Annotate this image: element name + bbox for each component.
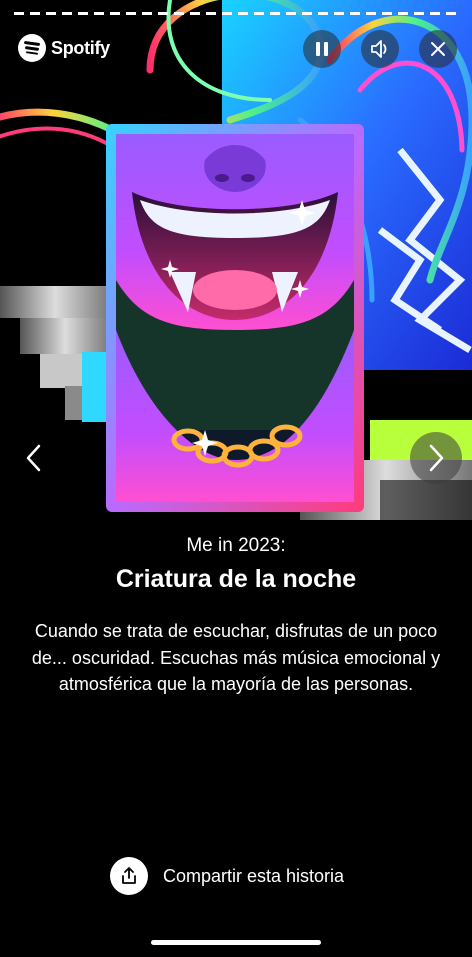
spotify-logo-icon	[18, 34, 46, 62]
pause-button[interactable]	[303, 30, 341, 68]
story-title: Criatura de la noche	[115, 565, 357, 593]
spotify-logo: Spotify	[18, 34, 110, 62]
share-button[interactable]	[110, 857, 148, 895]
close-button[interactable]	[419, 30, 457, 68]
chevron-right-icon	[429, 444, 444, 472]
brand-name: Spotify	[51, 37, 110, 58]
chevron-left-icon	[26, 444, 41, 472]
story-progress-bar	[14, 12, 458, 15]
volume-button[interactable]	[361, 30, 399, 68]
story-artwork	[0, 0, 472, 520]
story-description: Cuando se trata de escuchar, disfrutas d…	[31, 621, 441, 694]
share-story[interactable]: Compartir esta historia	[110, 857, 344, 895]
previous-story-button[interactable]	[8, 432, 60, 484]
volume-icon	[371, 40, 387, 58]
artwork-graphic	[0, 0, 472, 520]
share-icon	[122, 867, 136, 884]
next-story-button[interactable]	[410, 432, 462, 484]
share-label[interactable]: Compartir esta historia	[163, 866, 344, 887]
home-indicator	[151, 940, 321, 945]
pause-icon	[316, 42, 328, 56]
story-subtitle: Me in 2023:	[186, 535, 286, 556]
close-icon	[431, 42, 445, 56]
